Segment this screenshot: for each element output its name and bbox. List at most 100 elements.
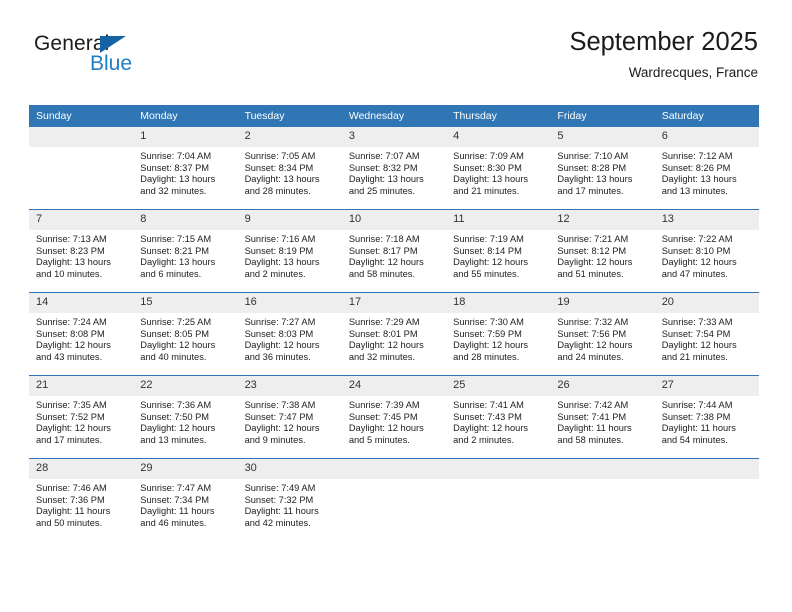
daylight-text-line2: and 28 minutes.	[244, 185, 311, 196]
calendar-day-cell[interactable]: 2 Sunrise: 7:05 AM Sunset: 8:34 PM Dayli…	[237, 127, 342, 210]
calendar-day-cell[interactable]: 12 Sunrise: 7:21 AM Sunset: 8:12 PM Dayl…	[550, 209, 655, 293]
calendar-day-cell[interactable]: 21 Sunrise: 7:35 AM Sunset: 7:52 PM Dayl…	[29, 375, 134, 459]
daylight-text-line1: Daylight: 12 hours	[348, 423, 424, 434]
day-number: 27	[654, 376, 759, 396]
daylight-text-line2: and 13 minutes.	[661, 185, 728, 196]
calendar-day-cell[interactable]: 26 Sunrise: 7:42 AM Sunset: 7:41 PM Dayl…	[550, 375, 655, 459]
day-number: 16	[237, 293, 342, 313]
sunrise-text: Sunrise: 7:30 AM	[453, 317, 524, 327]
day-details: Sunrise: 7:10 AM Sunset: 8:28 PM Dayligh…	[550, 147, 654, 203]
day-details: Sunrise: 7:27 AM Sunset: 8:03 PM Dayligh…	[238, 313, 342, 369]
calendar-day-cell[interactable]: 13 Sunrise: 7:22 AM Sunset: 8:10 PM Dayl…	[654, 209, 759, 293]
daylight-text-line1: Daylight: 12 hours	[557, 340, 633, 351]
calendar-day-cell[interactable]: 4 Sunrise: 7:09 AM Sunset: 8:30 PM Dayli…	[446, 127, 551, 210]
daylight-text-line1: Daylight: 13 hours	[36, 257, 111, 268]
calendar-day-cell[interactable]: 7 Sunrise: 7:13 AM Sunset: 8:23 PM Dayli…	[29, 209, 134, 293]
day-details: Sunrise: 7:47 AM Sunset: 7:34 PM Dayligh…	[133, 479, 237, 535]
calendar-body: 1 Sunrise: 7:04 AM Sunset: 8:37 PM Dayli…	[29, 127, 759, 541]
daylight-text-line2: and 55 minutes.	[453, 268, 520, 279]
calendar-day-cell[interactable]: 3 Sunrise: 7:07 AM Sunset: 8:32 PM Dayli…	[341, 127, 447, 210]
calendar-day-cell[interactable]: 14 Sunrise: 7:24 AM Sunset: 8:08 PM Dayl…	[29, 292, 134, 376]
page-header: General Blue September 2025 Wardrecques,…	[34, 26, 758, 98]
sunrise-text: Sunrise: 7:41 AM	[453, 400, 524, 410]
calendar-day-cell[interactable]	[341, 458, 447, 541]
day-details: Sunrise: 7:24 AM Sunset: 8:08 PM Dayligh…	[29, 313, 133, 369]
sunset-text: Sunset: 7:50 PM	[140, 411, 210, 422]
daylight-text-line2: and 6 minutes.	[140, 268, 202, 279]
sunset-text: Sunset: 7:56 PM	[557, 328, 627, 339]
day-number: 25	[446, 376, 551, 396]
sunrise-text: Sunrise: 7:18 AM	[348, 234, 420, 244]
calendar-day-cell[interactable]: 19 Sunrise: 7:32 AM Sunset: 7:56 PM Dayl…	[550, 292, 655, 376]
day-details: Sunrise: 7:30 AM Sunset: 7:59 PM Dayligh…	[446, 313, 550, 369]
sunrise-text: Sunrise: 7:21 AM	[557, 234, 629, 244]
sunrise-text: Sunrise: 7:04 AM	[140, 151, 212, 161]
daylight-text-line2: and 51 minutes.	[557, 268, 624, 279]
daylight-text-line2: and 43 minutes.	[36, 351, 103, 362]
calendar-day-cell[interactable]: 11 Sunrise: 7:19 AM Sunset: 8:14 PM Dayl…	[446, 209, 551, 293]
daylight-text-line1: Daylight: 13 hours	[348, 174, 424, 185]
sunset-text: Sunset: 8:26 PM	[661, 162, 731, 173]
page-title: September 2025	[569, 28, 758, 56]
daylight-text-line1: Daylight: 12 hours	[453, 423, 529, 434]
calendar-day-cell[interactable]: 16 Sunrise: 7:27 AM Sunset: 8:03 PM Dayl…	[237, 292, 342, 376]
calendar-day-cell[interactable]: 18 Sunrise: 7:30 AM Sunset: 7:59 PM Dayl…	[446, 292, 551, 376]
calendar-day-cell[interactable]: 1 Sunrise: 7:04 AM Sunset: 8:37 PM Dayli…	[133, 127, 238, 210]
calendar-day-cell[interactable]: 28 Sunrise: 7:46 AM Sunset: 7:36 PM Dayl…	[29, 458, 134, 541]
day-details: Sunrise: 7:19 AM Sunset: 8:14 PM Dayligh…	[446, 230, 550, 286]
sunset-text: Sunset: 8:08 PM	[36, 328, 105, 339]
calendar-day-cell[interactable]: 23 Sunrise: 7:38 AM Sunset: 7:47 PM Dayl…	[237, 375, 342, 459]
day-details: Sunrise: 7:12 AM Sunset: 8:26 PM Dayligh…	[655, 147, 759, 203]
calendar-day-cell[interactable]: 22 Sunrise: 7:36 AM Sunset: 7:50 PM Dayl…	[133, 375, 238, 459]
daylight-text-line2: and 24 minutes.	[557, 351, 624, 362]
day-number: 12	[550, 210, 655, 230]
calendar-day-cell[interactable]: 27 Sunrise: 7:44 AM Sunset: 7:38 PM Dayl…	[654, 375, 759, 459]
calendar-day-cell[interactable]: 5 Sunrise: 7:10 AM Sunset: 8:28 PM Dayli…	[550, 127, 655, 210]
daylight-text-line2: and 13 minutes.	[140, 434, 207, 445]
calendar-day-cell[interactable]: 9 Sunrise: 7:16 AM Sunset: 8:19 PM Dayli…	[237, 209, 342, 293]
day-details: Sunrise: 7:29 AM Sunset: 8:01 PM Dayligh…	[342, 313, 446, 369]
calendar-day-cell[interactable]: 24 Sunrise: 7:39 AM Sunset: 7:45 PM Dayl…	[341, 375, 447, 459]
day-number: 10	[341, 210, 447, 230]
calendar-day-cell[interactable]: 17 Sunrise: 7:29 AM Sunset: 8:01 PM Dayl…	[341, 292, 447, 376]
calendar-day-cell[interactable]: 20 Sunrise: 7:33 AM Sunset: 7:54 PM Dayl…	[654, 292, 759, 376]
calendar-day-cell[interactable]: 30 Sunrise: 7:49 AM Sunset: 7:32 PM Dayl…	[237, 458, 342, 541]
day-details: Sunrise: 7:38 AM Sunset: 7:47 PM Dayligh…	[238, 396, 342, 452]
day-details: Sunrise: 7:13 AM Sunset: 8:23 PM Dayligh…	[29, 230, 133, 286]
calendar-day-cell[interactable]: 25 Sunrise: 7:41 AM Sunset: 7:43 PM Dayl…	[446, 375, 551, 459]
page-subtitle: Wardrecques, France	[628, 65, 758, 80]
calendar-day-cell[interactable]	[446, 458, 551, 541]
day-number: 24	[341, 376, 447, 396]
day-number: 21	[29, 376, 134, 396]
daylight-text-line1: Daylight: 12 hours	[244, 423, 320, 434]
sunrise-text: Sunrise: 7:39 AM	[348, 400, 420, 410]
calendar-day-cell[interactable]	[550, 458, 655, 541]
sunrise-text: Sunrise: 7:12 AM	[661, 151, 733, 161]
sunrise-text: Sunrise: 7:29 AM	[348, 317, 420, 327]
sunset-text: Sunset: 7:43 PM	[453, 411, 522, 422]
calendar-day-cell[interactable]: 15 Sunrise: 7:25 AM Sunset: 8:05 PM Dayl…	[133, 292, 238, 376]
day-details: Sunrise: 7:36 AM Sunset: 7:50 PM Dayligh…	[133, 396, 237, 452]
calendar-day-cell[interactable]: 29 Sunrise: 7:47 AM Sunset: 7:34 PM Dayl…	[133, 458, 238, 541]
sunset-text: Sunset: 8:19 PM	[244, 245, 314, 256]
day-details: Sunrise: 7:25 AM Sunset: 8:05 PM Dayligh…	[133, 313, 237, 369]
daylight-text-line1: Daylight: 11 hours	[244, 506, 319, 517]
daylight-text-line2: and 50 minutes.	[36, 517, 103, 528]
calendar-day-cell[interactable]	[654, 458, 759, 541]
generalblue-logo[interactable]: General Blue	[34, 32, 234, 92]
calendar-day-cell[interactable]: 8 Sunrise: 7:15 AM Sunset: 8:21 PM Dayli…	[133, 209, 238, 293]
daylight-text-line1: Daylight: 11 hours	[36, 506, 111, 517]
sunset-text: Sunset: 7:54 PM	[661, 328, 731, 339]
calendar-day-cell[interactable]: 6 Sunrise: 7:12 AM Sunset: 8:26 PM Dayli…	[654, 127, 759, 210]
calendar-day-cell[interactable]	[29, 127, 134, 210]
day-number	[654, 459, 759, 479]
calendar-day-cell[interactable]: 10 Sunrise: 7:18 AM Sunset: 8:17 PM Dayl…	[341, 209, 447, 293]
day-number: 6	[654, 127, 759, 147]
title-block: September 2025 Wardrecques, France	[569, 26, 758, 84]
daylight-text-line2: and 46 minutes.	[140, 517, 207, 528]
daylight-text-line2: and 17 minutes.	[36, 434, 103, 445]
day-number: 23	[237, 376, 342, 396]
sunrise-text: Sunrise: 7:25 AM	[140, 317, 212, 327]
calendar-week-row: 7 Sunrise: 7:13 AM Sunset: 8:23 PM Dayli…	[29, 209, 759, 293]
day-number: 28	[29, 459, 134, 479]
